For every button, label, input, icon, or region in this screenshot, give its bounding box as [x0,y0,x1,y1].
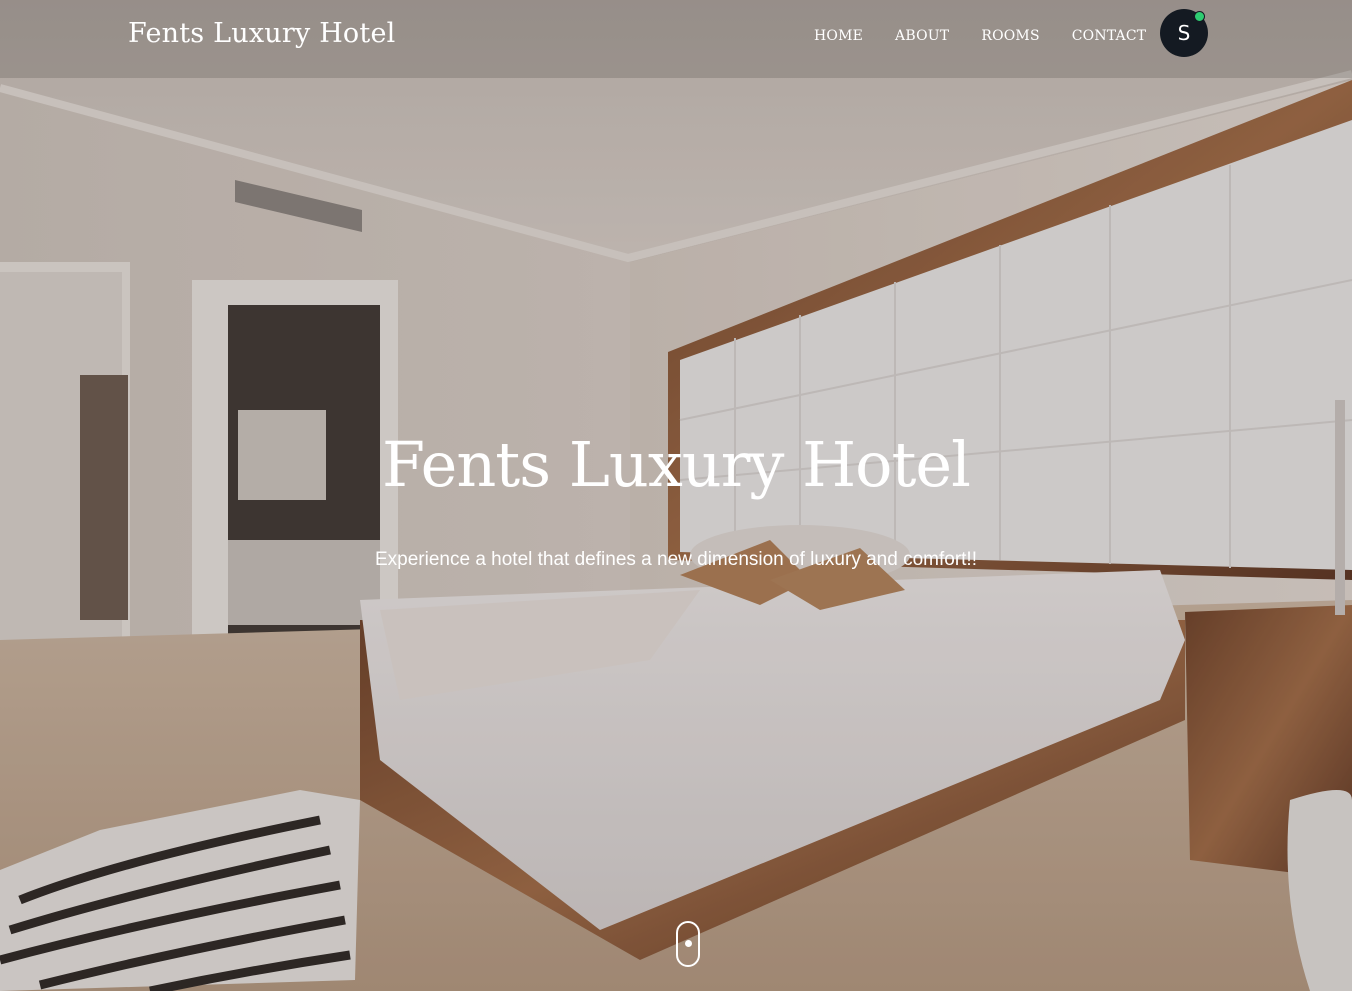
user-avatar-button[interactable]: S [1160,9,1208,57]
hero-subtitle: Experience a hotel that defines a new di… [374,549,977,570]
mouse-scroll-icon[interactable] [676,921,700,967]
online-status-dot [1194,11,1205,22]
avatar-initial: S [1177,21,1191,45]
hero-title: Fents Luxury Hotel [382,428,971,501]
brand-logo-link[interactable]: Fents Luxury Hotel [128,18,395,49]
nav-link-about[interactable]: ABOUT [895,28,949,44]
nav-link-contact[interactable]: CONTACT [1072,28,1147,44]
nav-link-home[interactable]: HOME [814,28,863,44]
nav-links: HOME ABOUT ROOMS CONTACT [814,28,1146,44]
hero-section: Fents Luxury Hotel HOME ABOUT ROOMS CONT… [0,0,1352,991]
scroll-wheel-dot [685,940,692,947]
top-navbar: Fents Luxury Hotel HOME ABOUT ROOMS CONT… [0,0,1352,78]
nav-link-rooms[interactable]: ROOMS [981,28,1039,44]
